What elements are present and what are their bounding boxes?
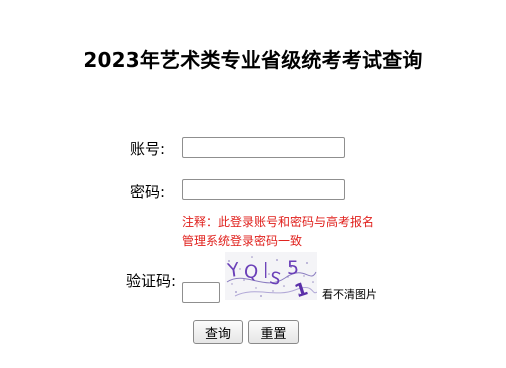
captcha-char-5: 5 <box>287 257 299 279</box>
account-label: 账号: <box>130 140 166 158</box>
password-label: 密码: <box>130 183 166 201</box>
note-line-1: 注释：此登录账号和密码与高考报名 <box>182 215 375 229</box>
captcha-image[interactable]: Y Q | S 5 1 <box>225 252 317 300</box>
captcha-char-3: | <box>263 259 268 278</box>
captcha-char-1: Y <box>225 259 241 283</box>
password-input[interactable] <box>182 179 345 200</box>
query-button[interactable]: 查询 <box>193 320 243 344</box>
captcha-char-2: Q <box>243 261 259 283</box>
captcha-graphic: Y Q | S 5 1 <box>225 256 317 300</box>
reset-button[interactable]: 重置 <box>248 320 299 344</box>
captcha-input[interactable] <box>182 282 220 303</box>
captcha-char-4: S <box>268 268 283 290</box>
account-input[interactable] <box>182 137 345 158</box>
captcha-label: 验证码: <box>126 272 177 290</box>
captcha-char-6: 1 <box>292 278 310 300</box>
captcha-refresh-link[interactable]: 看不清图片 <box>322 286 377 302</box>
login-note: 注释：此登录账号和密码与高考报名 管理系统登录密码一致 <box>182 213 402 251</box>
page-title: 2023年艺术类专业省级统考考试查询 <box>83 48 423 72</box>
note-line-2: 管理系统登录密码一致 <box>182 234 303 248</box>
